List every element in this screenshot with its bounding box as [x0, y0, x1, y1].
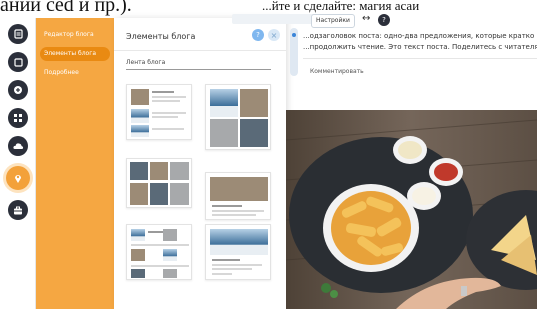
grid-add-icon[interactable] [8, 108, 28, 128]
category-blog-elements[interactable]: Элементы блога [40, 47, 110, 61]
layout-thumbnail[interactable] [205, 172, 271, 220]
panel-title: Элементы блога [126, 32, 196, 41]
excerpt-line: ...продолжить чтение. Это текст поста. П… [303, 43, 537, 51]
comment-link[interactable]: Комментировать [310, 68, 364, 75]
food-photo [286, 110, 537, 309]
toolbar-help-icon[interactable]: ? [378, 14, 390, 26]
square-icon[interactable] [8, 52, 28, 72]
screen: ании ced и пр.). Редактор блога Элементы… [0, 0, 537, 309]
layout-thumbnail[interactable] [205, 224, 271, 280]
cloud-upload-icon[interactable] [8, 136, 28, 156]
help-icon[interactable]: ? [252, 29, 264, 41]
close-icon[interactable]: × [268, 29, 280, 41]
blog-post-title: ...йте и сделайте: магия асаи [262, 0, 420, 13]
layout-thumbnail[interactable] [205, 84, 271, 150]
element-toolbar-strip [232, 14, 322, 24]
category-blog-editor[interactable]: Редактор блога [40, 28, 110, 42]
category-more[interactable]: Подробнее [40, 66, 110, 80]
briefcase-icon[interactable] [8, 200, 28, 220]
settings-button[interactable]: Настройки [311, 14, 355, 28]
layout-thumbnail[interactable] [126, 224, 192, 280]
post-divider [303, 58, 537, 59]
layout-thumbnail[interactable] [126, 158, 192, 208]
scrollbar-thumb[interactable] [292, 33, 296, 37]
panel-header-divider [114, 50, 286, 51]
editor-left-toolbar [0, 18, 36, 309]
section-heading: Лента блога [126, 59, 166, 66]
section-divider [126, 69, 271, 70]
blog-elements-panel: Элементы блога ? × Лента блога [114, 18, 286, 309]
page-icon[interactable] [8, 24, 28, 44]
blog-post-excerpt: ...одзаголовок поста: одно-два предложен… [303, 31, 537, 53]
previous-text-fragment: ании ced и пр.). [0, 0, 132, 16]
blog-category-panel: Редактор блога Элементы блога Подробнее [36, 18, 114, 309]
pin-icon[interactable] [6, 166, 30, 190]
move-arrows-icon[interactable]: ↔ [362, 13, 370, 24]
layout-thumbnail[interactable] [126, 84, 192, 140]
plus-circle-icon[interactable] [8, 80, 28, 100]
excerpt-line: ...одзаголовок поста: одно-два предложен… [303, 32, 537, 40]
